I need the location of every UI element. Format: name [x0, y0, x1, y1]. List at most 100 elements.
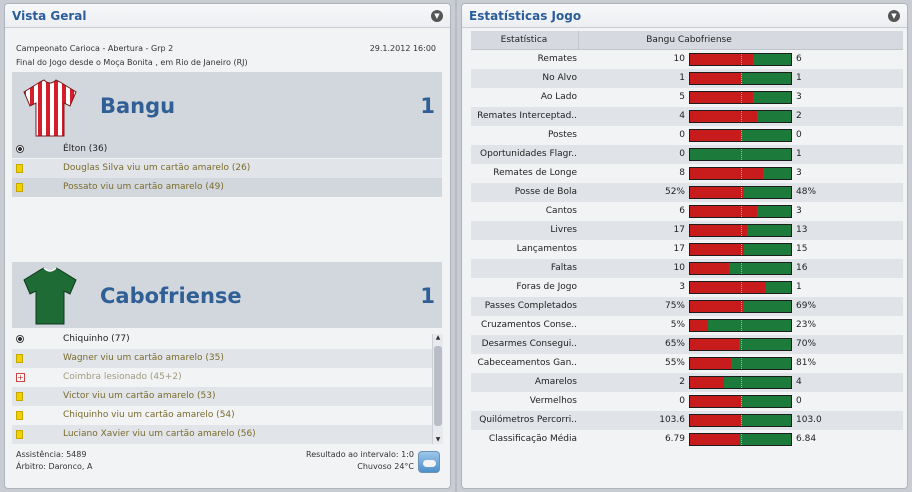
event-text: Coimbra lesionado (45+2): [63, 372, 182, 382]
stat-home-value: 8: [679, 168, 685, 178]
stat-midline: [740, 73, 742, 84]
match-venue: Final do Jogo desde o Moça Bonita , em R…: [16, 58, 248, 67]
stat-comparison-bar: [689, 262, 792, 275]
stat-row: Vermelhos 0 0: [471, 392, 903, 411]
stat-comparison-bar: [689, 110, 792, 123]
stat-home-value: 2: [679, 377, 685, 387]
attendance-label: Assistência: 5489: [16, 450, 87, 459]
stat-midline: [740, 396, 742, 407]
stat-midline: [740, 434, 742, 445]
stat-home-bar: [690, 206, 758, 217]
stat-comparison-bar: [689, 243, 792, 256]
away-shirt-icon: [23, 267, 77, 325]
events-scrollbar[interactable]: ▲ ▼: [432, 334, 443, 444]
stat-midline: [740, 244, 742, 255]
stat-row: Remates 10 6: [471, 50, 903, 69]
stat-midline: [740, 168, 742, 179]
stat-home-value: 5%: [670, 320, 685, 330]
stat-midline: [740, 130, 742, 141]
scroll-up-icon[interactable]: ▲: [433, 334, 443, 342]
stats-panel: Estatísticas Jogo ▼ Estatística Bangu Ca…: [461, 3, 908, 489]
overview-collapse-icon[interactable]: ▼: [431, 10, 443, 22]
panel-divider[interactable]: [455, 0, 457, 492]
stat-label: Remates: [537, 54, 577, 64]
stats-collapse-icon[interactable]: ▼: [888, 10, 900, 22]
stat-label: Ao Lado: [540, 92, 577, 102]
stat-away-value: 48%: [796, 187, 817, 197]
stat-home-bar: [690, 358, 731, 369]
stat-away-value: 15: [796, 244, 808, 254]
event-row[interactable]: Luciano Xavier viu um cartão amarelo (56…: [12, 425, 432, 444]
stat-midline: [740, 415, 742, 426]
column-header-stat[interactable]: Estatística: [471, 35, 577, 45]
injury-icon: +: [16, 373, 25, 382]
stat-away-value: 13: [796, 225, 808, 235]
stat-label: Cabeceamentos Gan..: [477, 358, 577, 368]
event-row[interactable]: Élton (36): [12, 140, 442, 159]
event-text: Chiquinho (77): [63, 334, 130, 344]
stat-home-value: 5: [679, 92, 685, 102]
event-text: Possato viu um cartão amarelo (49): [63, 182, 224, 192]
home-team-name[interactable]: Bangu: [100, 94, 175, 118]
stat-row: Foras de Jogo 3 1: [471, 278, 903, 297]
stat-midline: [740, 54, 742, 65]
halftime-label: Resultado ao intervalo: 1:0: [306, 450, 414, 459]
stat-row: Cruzamentos Conse.. 5% 23%: [471, 316, 903, 335]
match-datetime: 29.1.2012 16:00: [369, 44, 436, 53]
stat-home-value: 3: [679, 282, 685, 292]
stat-away-value: 23%: [796, 320, 817, 330]
stat-home-bar: [690, 415, 741, 426]
stat-row: Oportunidades Flagr.. 0 1: [471, 145, 903, 164]
away-team-name[interactable]: Cabofriense: [100, 284, 242, 308]
stat-label: Remates Interceptad..: [477, 111, 577, 121]
stat-home-bar: [690, 73, 741, 84]
stat-away-value: 0: [796, 130, 802, 140]
stat-row: Livres 17 13: [471, 221, 903, 240]
event-row[interactable]: Chiquinho viu um cartão amarelo (54): [12, 406, 432, 425]
event-row[interactable]: Victor viu um cartão amarelo (53): [12, 387, 432, 406]
goal-ball-icon: [16, 145, 24, 153]
stat-home-value: 55%: [664, 358, 685, 368]
stat-home-value: 0: [679, 130, 685, 140]
event-row[interactable]: Douglas Silva viu um cartão amarelo (26): [12, 159, 442, 178]
stat-away-value: 3: [796, 168, 802, 178]
event-row[interactable]: Possato viu um cartão amarelo (49): [12, 178, 442, 197]
stats-title: Estatísticas Jogo: [469, 9, 582, 23]
yellow-card-icon: [16, 183, 23, 192]
stat-away-value: 69%: [796, 301, 817, 311]
stat-home-value: 17: [673, 225, 685, 235]
weather-label: Chuvoso 24°C: [357, 462, 414, 471]
stat-row: Classificação Média 6.79 6.84: [471, 430, 903, 449]
stat-home-value: 0: [679, 396, 685, 406]
stat-row: Cantos 6 3: [471, 202, 903, 221]
stat-label: Quilómetros Percorri..: [479, 415, 577, 425]
stat-row: Faltas 10 16: [471, 259, 903, 278]
stat-away-value: 6: [796, 54, 802, 64]
stat-home-bar: [690, 111, 758, 122]
event-text: Victor viu um cartão amarelo (53): [63, 391, 216, 401]
stat-home-value: 75%: [664, 301, 685, 311]
event-text: Élton (36): [63, 144, 108, 154]
event-row[interactable]: + Coimbra lesionado (45+2): [12, 368, 432, 387]
scroll-down-icon[interactable]: ▼: [433, 436, 443, 444]
stat-midline: [740, 358, 742, 369]
event-row[interactable]: Chiquinho (77): [12, 330, 432, 349]
stat-home-value: 10: [673, 263, 685, 273]
away-team-score: 1: [420, 284, 435, 308]
stat-away-value: 0: [796, 396, 802, 406]
event-row[interactable]: Wagner viu um cartão amarelo (35): [12, 349, 432, 368]
stat-label: Posse de Bola: [514, 187, 577, 197]
stat-home-value: 1: [679, 73, 685, 83]
stat-away-value: 70%: [796, 339, 817, 349]
stat-label: Classificação Média: [488, 434, 577, 444]
stat-row: Ao Lado 5 3: [471, 88, 903, 107]
stat-home-value: 4: [679, 111, 685, 121]
stat-comparison-bar: [689, 433, 792, 446]
stat-home-value: 17: [673, 244, 685, 254]
stat-comparison-bar: [689, 129, 792, 142]
scroll-thumb[interactable]: [434, 346, 442, 426]
stat-label: Passes Completados: [484, 301, 577, 311]
stat-home-bar: [690, 301, 743, 312]
stat-midline: [740, 111, 742, 122]
stat-home-bar: [690, 377, 724, 388]
